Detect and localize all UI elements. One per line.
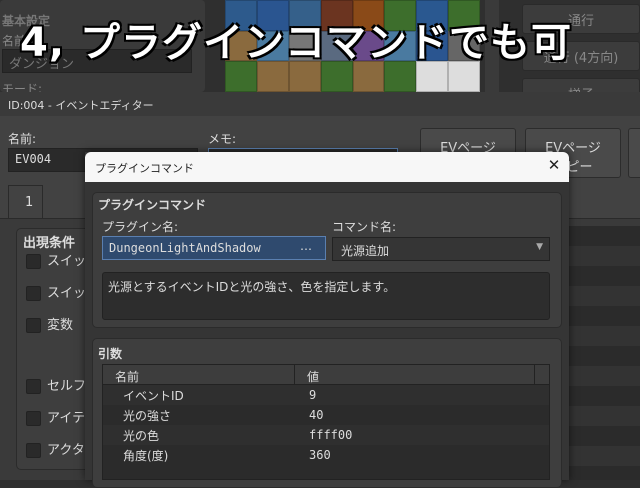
page-button-more[interactable] [628, 128, 640, 178]
command-name-select[interactable]: 光源追加 ▼ [332, 237, 550, 261]
event-name-label: 名前: [8, 132, 37, 146]
arg-value: 360 [309, 448, 331, 462]
condition-label: アクター [47, 443, 86, 458]
arg-name: 角度(度) [123, 448, 169, 463]
column-header-value[interactable]: 値 [295, 365, 535, 384]
table-row[interactable]: 光の強さ 40 [103, 405, 549, 425]
chevron-down-icon: ▼ [536, 242, 543, 252]
arguments-heading: 引数 [98, 347, 123, 361]
arg-name: 光の強さ [123, 408, 172, 423]
arg-name: 光の色 [123, 428, 160, 443]
table-row[interactable]: 角度(度) 360 [103, 445, 549, 465]
command-description: 光源とするイベントIDと光の強さ、色を指定します。 [102, 272, 550, 320]
arg-name: イベントID [123, 388, 184, 403]
arg-value: 40 [309, 408, 324, 422]
table-row[interactable]: イベントID 9 [103, 385, 549, 405]
plugin-name-label: プラグイン名: [102, 220, 179, 234]
event-command-list[interactable] [569, 226, 640, 480]
condition-label: スイッチ [47, 254, 86, 269]
arguments-table[interactable]: 名前 値 イベントID 9 光の強さ 40 光の色 ffff00 角度(度) 360 [102, 364, 550, 480]
checkbox[interactable] [26, 379, 41, 394]
checkbox[interactable] [26, 411, 41, 426]
tab-page-1[interactable]: 1 [8, 185, 43, 219]
table-row[interactable]: 光の色 ffff00 [103, 425, 549, 445]
conditions-heading: 出現条件 [23, 236, 76, 251]
condition-self-switch[interactable]: セルフスイッチ [26, 375, 86, 394]
overlay-caption: 4, プラグインコマンドでも可 [20, 20, 572, 66]
arg-value: ffff00 [309, 428, 353, 442]
condition-switch1[interactable]: スイッチ [26, 250, 86, 269]
checkbox[interactable] [26, 318, 41, 333]
condition-label: セルフスイッチ [47, 379, 86, 394]
command-name-value: 光源追加 [341, 244, 390, 258]
condition-switch2[interactable]: スイッチ [26, 282, 86, 301]
command-name-label: コマンド名: [332, 220, 397, 234]
condition-label: スイッチ [47, 286, 86, 301]
plugin-name-input[interactable]: DungeonLightAndShadow [102, 236, 326, 260]
browse-plugin-button[interactable]: … [300, 239, 312, 253]
plugin-command-heading: プラグインコマンド [98, 198, 207, 212]
column-header-name[interactable]: 名前 [103, 365, 295, 384]
memo-label: メモ: [208, 132, 237, 146]
checkbox[interactable] [26, 286, 41, 301]
condition-label: 変数 [47, 318, 74, 333]
event-editor-title: ID:004 - イベントエディター [0, 92, 640, 116]
table-header: 名前 値 [103, 365, 549, 385]
condition-actor[interactable]: アクター [26, 439, 86, 458]
condition-item[interactable]: アイテム [26, 407, 86, 426]
dialog-title: プラグインコマンド [85, 152, 569, 182]
arg-value: 9 [309, 388, 317, 402]
condition-variable[interactable]: 変数 [26, 314, 86, 333]
checkbox[interactable] [26, 443, 41, 458]
condition-label: アイテム [47, 411, 86, 426]
checkbox[interactable] [26, 254, 41, 269]
close-icon[interactable]: ✕ [545, 156, 563, 176]
